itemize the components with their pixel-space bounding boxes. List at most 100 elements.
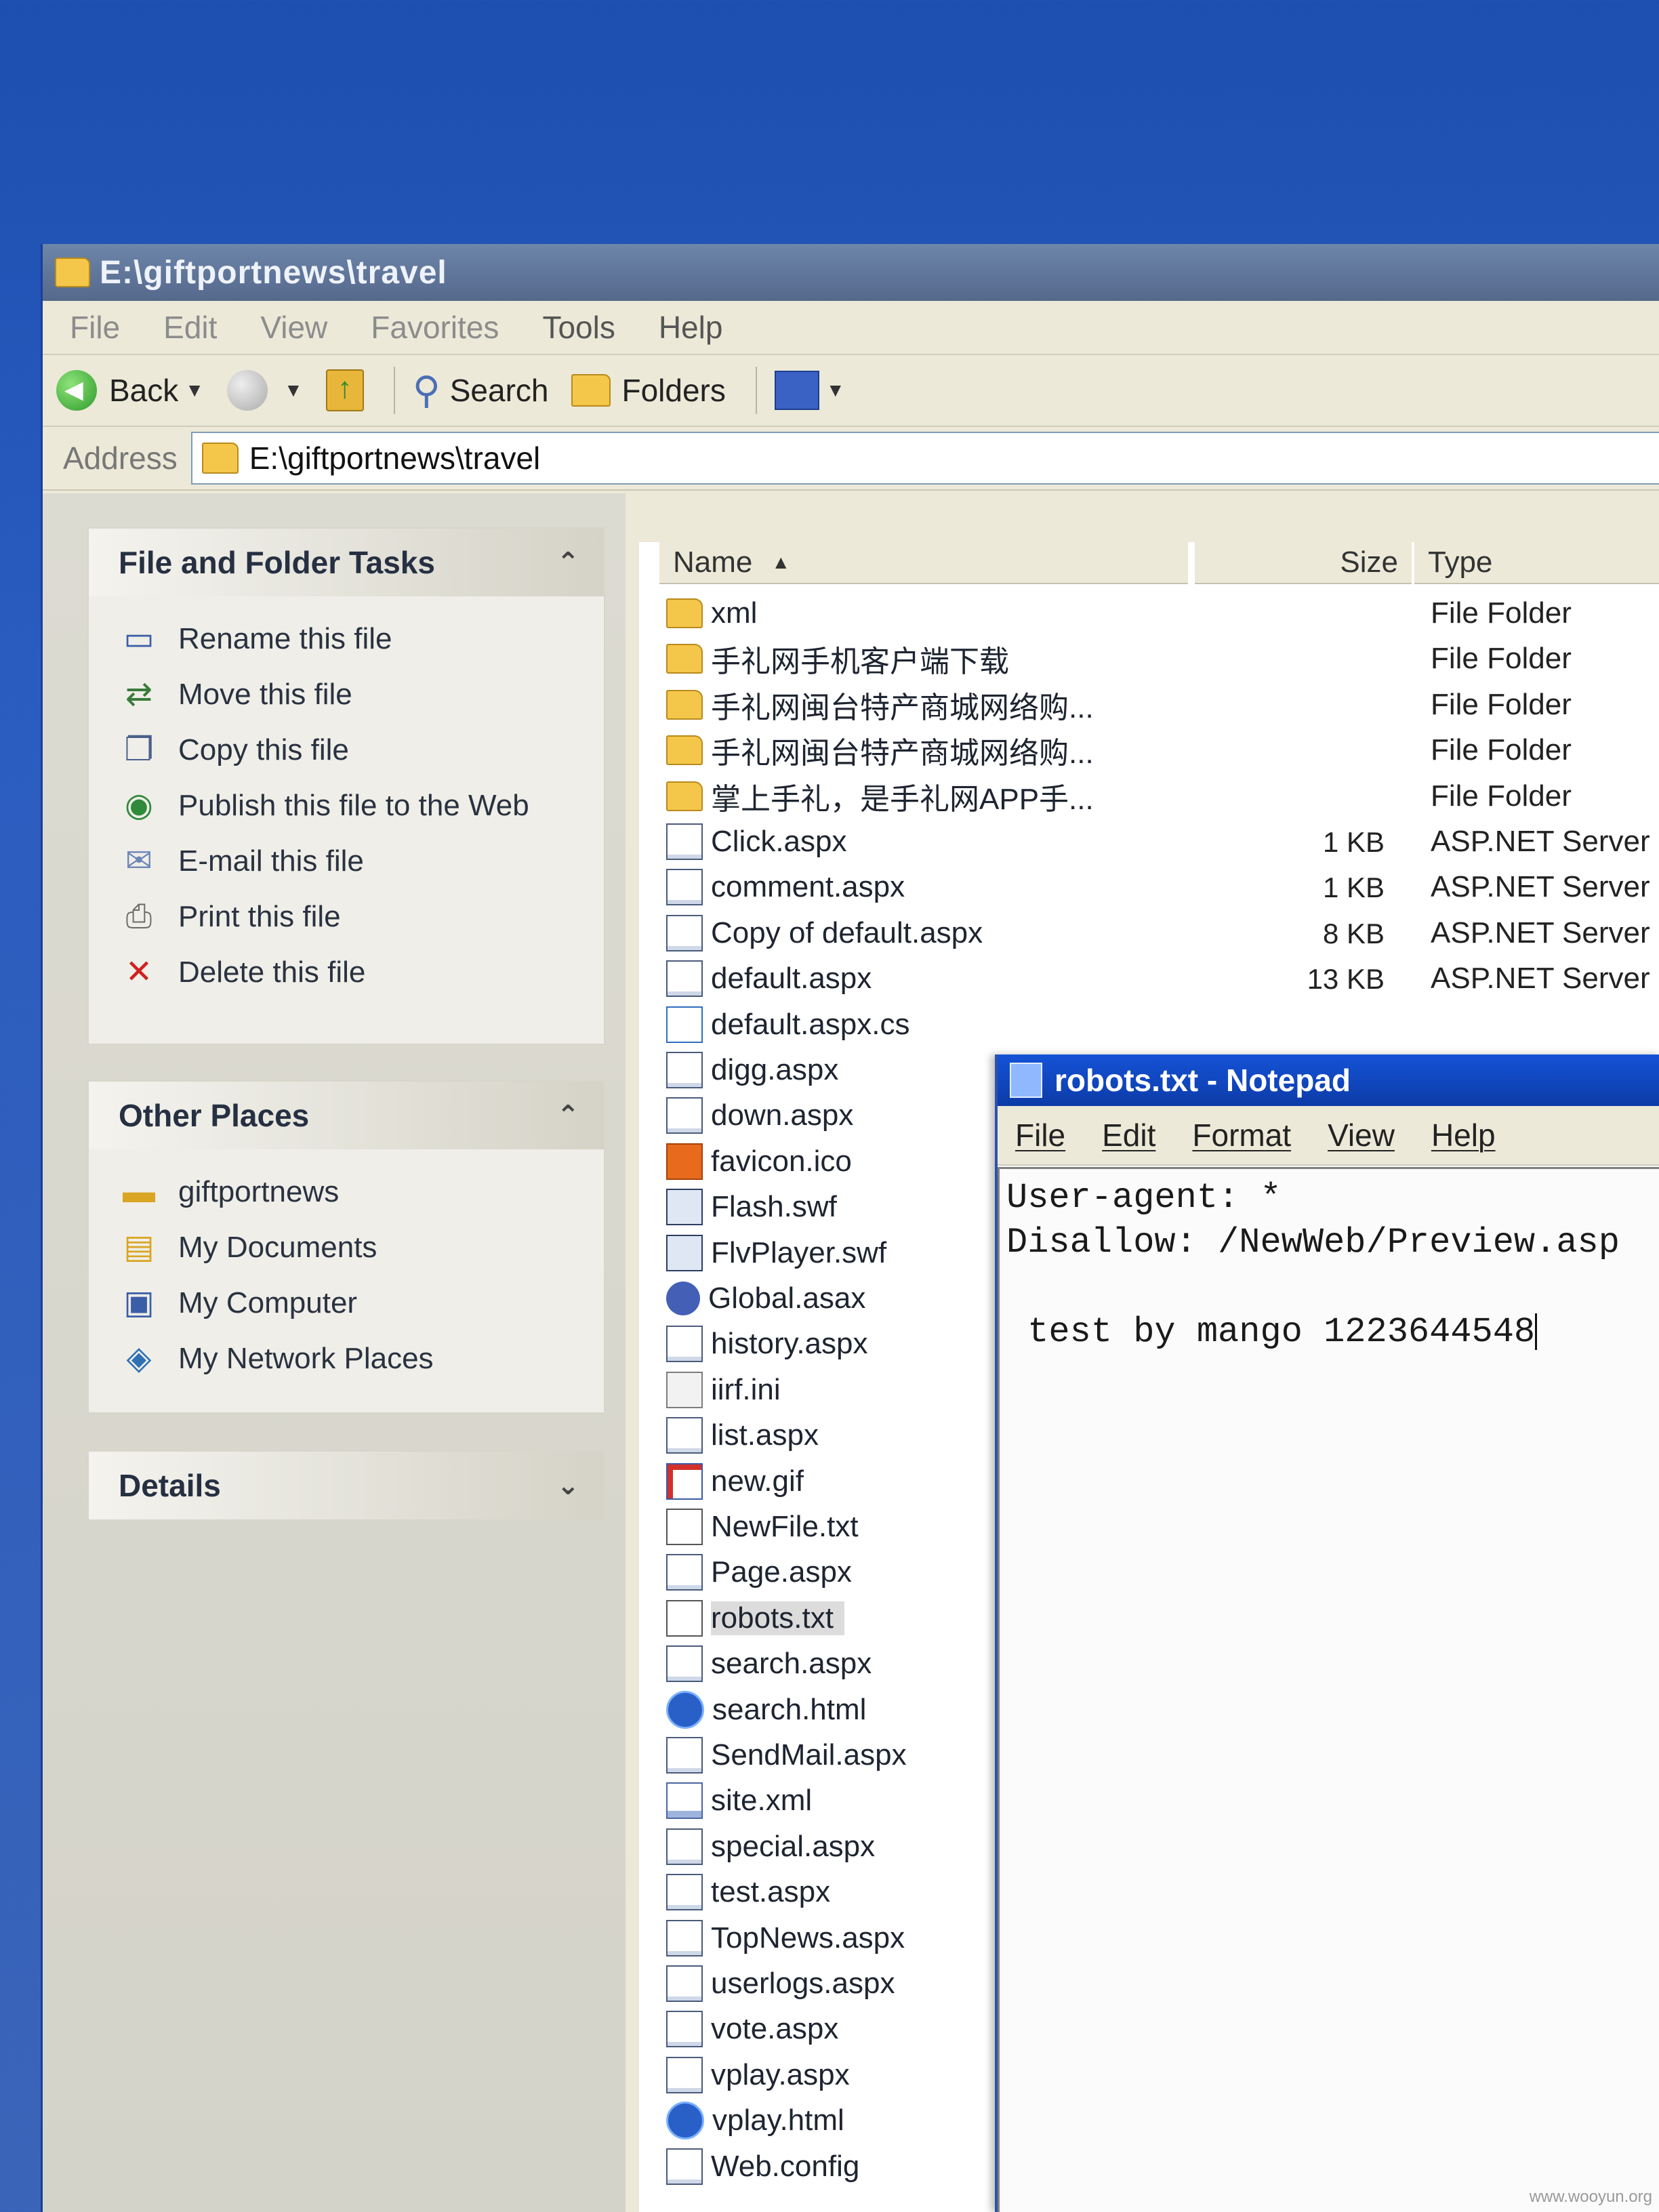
file-row[interactable]: Copy of default.aspx bbox=[666, 911, 983, 956]
file-row[interactable]: new.gif bbox=[666, 1459, 804, 1504]
file-name: vplay.aspx bbox=[711, 2057, 850, 2091]
file-row[interactable]: site.xml bbox=[666, 1778, 812, 1823]
notepad-menu-view[interactable]: View bbox=[1328, 1117, 1395, 1153]
file-file-icon bbox=[666, 1326, 703, 1363]
file-row[interactable]: Web.config bbox=[666, 2144, 859, 2189]
file-name: 手礼网闽台特产商城网络购... bbox=[711, 691, 1094, 724]
file-row[interactable]: Page.aspx bbox=[666, 1550, 852, 1595]
file-type: ASP.NET Server bbox=[1431, 916, 1650, 949]
other-places-header[interactable]: Other Places ⌃ bbox=[89, 1082, 604, 1149]
notepad-menu-file[interactable]: File bbox=[1015, 1117, 1065, 1153]
up-folder-button[interactable]: ↑ bbox=[325, 369, 364, 411]
file-name: robots.txt bbox=[711, 1601, 844, 1635]
file-row[interactable]: test.aspx bbox=[666, 1870, 830, 1914]
menu-file[interactable]: File bbox=[70, 309, 120, 346]
other-place-item[interactable]: ▤ My Documents bbox=[119, 1220, 604, 1275]
menu-edit[interactable]: Edit bbox=[163, 309, 217, 346]
other-place-label: My Documents bbox=[178, 1231, 377, 1264]
file-row[interactable]: TopNews.aspx bbox=[666, 1916, 905, 1961]
file-row[interactable]: Global.asax bbox=[666, 1276, 865, 1321]
txt-file-icon bbox=[666, 1599, 703, 1637]
cs-file-icon bbox=[666, 1006, 703, 1043]
file-task-item[interactable]: ◉ Publish this file to the Web bbox=[119, 778, 604, 834]
file-row[interactable]: 手礼网闽台特产商城网络购... bbox=[666, 728, 1094, 773]
file-row[interactable]: 手礼网手机客户端下载 bbox=[666, 636, 1009, 681]
collapse-icon[interactable]: ⌃ bbox=[556, 547, 579, 578]
file-row[interactable]: robots.txt bbox=[666, 1596, 844, 1641]
file-row[interactable]: favicon.ico bbox=[666, 1139, 852, 1184]
file-name: userlogs.aspx bbox=[711, 1967, 895, 2000]
column-header-type[interactable]: Type bbox=[1414, 542, 1659, 584]
expand-icon[interactable]: ⌄ bbox=[556, 1470, 579, 1501]
explorer-titlebar[interactable]: E:\giftportnews\travel bbox=[43, 244, 1659, 301]
file-row[interactable]: SendMail.aspx bbox=[666, 1733, 907, 1778]
forward-button[interactable]: ▼ bbox=[226, 370, 303, 411]
file-row[interactable]: iirf.ini bbox=[666, 1368, 781, 1412]
search-button[interactable]: ⚲ Search bbox=[413, 368, 549, 413]
file-file-icon bbox=[666, 960, 703, 998]
collapse-icon[interactable]: ⌃ bbox=[556, 1100, 579, 1131]
details-header[interactable]: Details ⌄ bbox=[89, 1452, 604, 1519]
folders-button[interactable]: Folders bbox=[571, 372, 726, 409]
search-icon: ⚲ bbox=[412, 369, 441, 411]
forward-arrow-icon bbox=[226, 370, 268, 411]
notepad-titlebar[interactable]: robots.txt - Notepad bbox=[998, 1054, 1659, 1106]
file-row[interactable]: special.aspx bbox=[666, 1824, 875, 1869]
chevron-down-icon[interactable]: ▼ bbox=[185, 380, 204, 401]
column-header-name[interactable]: Name ▲ bbox=[659, 542, 1188, 584]
file-folder-tasks-header[interactable]: File and Folder Tasks ⌃ bbox=[89, 529, 604, 596]
notepad-content: User-agent: * Disallow: /NewWeb/Preview.… bbox=[1006, 1178, 1620, 1352]
column-header-size[interactable]: Size bbox=[1195, 542, 1412, 584]
file-task-item[interactable]: ⇄ Move this file bbox=[119, 667, 604, 722]
address-input[interactable]: E:\giftportnews\travel bbox=[190, 432, 1659, 485]
file-row[interactable]: down.aspx bbox=[666, 1093, 853, 1138]
file-row[interactable]: vote.aspx bbox=[666, 2007, 838, 2051]
menu-view[interactable]: View bbox=[260, 309, 327, 346]
file-row[interactable]: FlvPlayer.swf bbox=[666, 1231, 886, 1275]
other-place-item[interactable]: ◈ My Network Places bbox=[119, 1331, 604, 1387]
file-row[interactable]: history.aspx bbox=[666, 1322, 868, 1366]
folder-icon bbox=[571, 374, 611, 407]
file-row[interactable]: NewFile.txt bbox=[666, 1504, 859, 1549]
file-row[interactable]: Click.aspx bbox=[666, 819, 847, 864]
menu-favorites[interactable]: Favorites bbox=[371, 309, 499, 346]
file-name: Flash.swf bbox=[711, 1190, 837, 1224]
menu-tools[interactable]: Tools bbox=[542, 309, 615, 346]
notepad-menu-edit[interactable]: Edit bbox=[1102, 1117, 1155, 1153]
file-task-label: Move this file bbox=[178, 678, 352, 711]
file-row[interactable]: 掌上手礼，是手礼网APP手... bbox=[666, 774, 1094, 819]
file-row[interactable]: default.aspx.cs bbox=[666, 1002, 910, 1047]
notepad-menu-format[interactable]: Format bbox=[1192, 1117, 1291, 1153]
file-task-item[interactable]: ✉ E-mail this file bbox=[119, 834, 604, 889]
views-button[interactable]: ▼ bbox=[774, 371, 845, 410]
menu-help[interactable]: Help bbox=[659, 309, 723, 346]
file-row[interactable]: digg.aspx bbox=[666, 1048, 838, 1092]
file-row[interactable]: list.aspx bbox=[666, 1413, 819, 1458]
other-place-item[interactable]: ▣ My Computer bbox=[119, 1275, 604, 1331]
file-row[interactable]: userlogs.aspx bbox=[666, 1961, 895, 2006]
file-file-icon bbox=[666, 1828, 703, 1865]
back-button[interactable]: Back ▼ bbox=[56, 370, 204, 411]
file-row[interactable]: 手礼网闽台特产商城网络购... bbox=[666, 682, 1094, 727]
notepad-text-area[interactable]: User-agent: * Disallow: /NewWeb/Preview.… bbox=[998, 1167, 1659, 2212]
file-name: test.aspx bbox=[711, 1875, 831, 1909]
file-row[interactable]: search.html bbox=[666, 1687, 866, 1732]
file-row[interactable]: search.aspx bbox=[666, 1641, 872, 1686]
chevron-down-icon[interactable]: ▼ bbox=[284, 380, 303, 401]
file-row[interactable]: default.aspx bbox=[666, 956, 872, 1001]
file-row[interactable]: Flash.swf bbox=[666, 1185, 837, 1229]
file-task-item[interactable]: ⎙ Print this file bbox=[119, 889, 604, 945]
file-row[interactable]: vplay.html bbox=[666, 2098, 844, 2143]
file-task-item[interactable]: ▭ Rename this file bbox=[119, 611, 604, 667]
file-task-item[interactable]: ❐ Copy this file bbox=[119, 722, 604, 778]
other-place-item[interactable]: ▬ giftportnews bbox=[119, 1164, 604, 1220]
file-row[interactable]: vplay.aspx bbox=[666, 2053, 850, 2097]
notepad-menu-help[interactable]: Help bbox=[1431, 1117, 1496, 1153]
file-row[interactable]: xml bbox=[666, 591, 757, 636]
documents-icon: ▤ bbox=[123, 1229, 155, 1265]
file-name: search.html bbox=[712, 1692, 867, 1726]
file-row[interactable]: comment.aspx bbox=[666, 865, 905, 909]
file-task-item[interactable]: ✕ Delete this file bbox=[119, 945, 604, 1000]
copy-icon: ❐ bbox=[124, 732, 154, 768]
file-size: 1 KB bbox=[1322, 826, 1385, 858]
